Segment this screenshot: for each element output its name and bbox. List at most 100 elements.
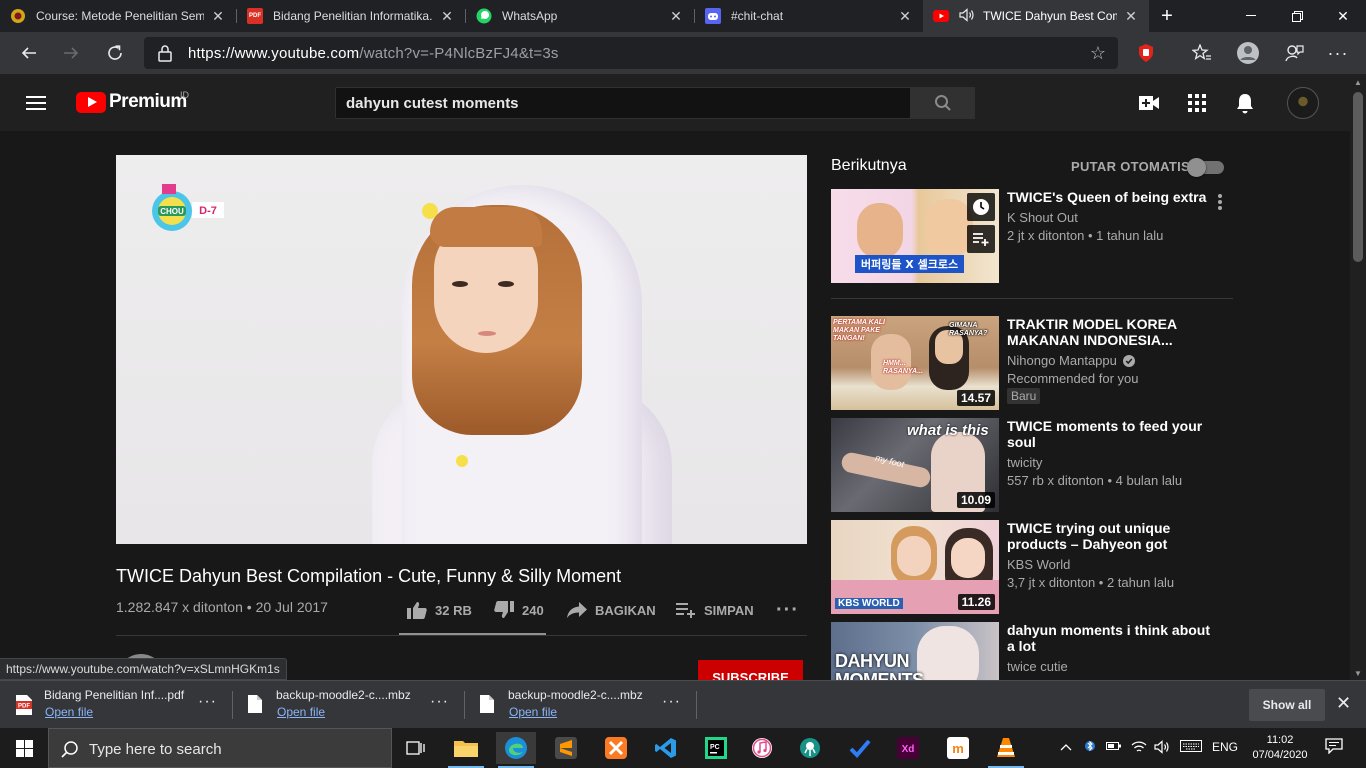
recommended-video[interactable]: what is this my foot 10.09 TWICE moments… — [831, 418, 1233, 512]
recommended-video[interactable]: PERTAMA KALI MAKAN PAKE TANGAN! GIMANA R… — [831, 316, 1233, 410]
favorite-star-icon[interactable]: ☆ — [1090, 43, 1106, 64]
close-shelf-icon[interactable]: ✕ — [1336, 693, 1351, 714]
recommended-channel[interactable]: KBS World — [1007, 557, 1070, 572]
system-clock[interactable]: 11:02 07/04/2020 — [1250, 733, 1310, 763]
download-menu-icon[interactable]: ··· — [198, 693, 217, 711]
download-item[interactable]: PDF Bidang Penelitian Inf....pdf Open fi… — [0, 681, 228, 729]
apps-grid-icon[interactable] — [1185, 91, 1209, 115]
gitkraken-icon[interactable] — [790, 732, 830, 764]
bluetooth-icon[interactable] — [1085, 738, 1095, 757]
recommended-channel[interactable]: K Shout Out — [1007, 210, 1078, 225]
open-file-link[interactable]: Open file — [509, 705, 557, 719]
tab-discord[interactable]: #chit-chat ✕ — [695, 0, 923, 32]
refresh-icon[interactable] — [100, 38, 130, 68]
vlc-icon[interactable] — [986, 732, 1026, 768]
show-all-button[interactable]: Show all — [1249, 689, 1325, 721]
back-icon[interactable] — [14, 38, 44, 68]
action-center-icon[interactable] — [1325, 738, 1343, 757]
adblock-extension-icon[interactable] — [1134, 41, 1158, 65]
save-button[interactable]: SIMPAN — [676, 598, 754, 622]
watch-later-icon[interactable] — [967, 193, 995, 221]
dislike-button[interactable]: 240 — [494, 598, 544, 622]
profile-icon[interactable] — [1236, 41, 1260, 65]
recommended-channel[interactable]: twice cutie — [1007, 659, 1068, 674]
tab-whatsapp[interactable]: WhatsApp ✕ — [466, 0, 694, 32]
youtube-logo[interactable]: Premium ID — [76, 90, 189, 113]
recommended-title[interactable]: TWICE trying out unique products – Dahye… — [1007, 520, 1217, 552]
recommended-video[interactable]: DAHYUN MOMENTS dahyun moments i think ab… — [831, 622, 1233, 680]
pycharm-icon[interactable]: PC — [696, 732, 736, 764]
adobe-xd-icon[interactable]: Xd — [888, 732, 928, 764]
tab-youtube[interactable]: TWICE Dahyun Best Comp ✕ — [923, 0, 1149, 32]
window-close-icon[interactable]: ✕ — [1320, 0, 1366, 32]
user-avatar[interactable] — [1287, 87, 1319, 119]
feedback-icon[interactable] — [1282, 41, 1306, 65]
scroll-up-arrow-icon[interactable]: ▲ — [1354, 78, 1362, 87]
recommended-title[interactable]: TWICE moments to feed your soul — [1007, 418, 1217, 450]
search-input[interactable]: dahyun cutest moments — [335, 87, 911, 119]
open-file-link[interactable]: Open file — [277, 705, 325, 719]
volume-icon[interactable] — [1154, 740, 1170, 757]
autoplay-toggle[interactable] — [1187, 158, 1224, 177]
recommended-video[interactable]: 버퍼링들 X 셀크로스 TWICE's Queen of being extra… — [831, 189, 1233, 283]
video-thumbnail[interactable]: what is this my foot 10.09 — [831, 418, 999, 512]
maximize-icon[interactable] — [1274, 0, 1320, 32]
moodle-desktop-icon[interactable]: m — [938, 732, 978, 764]
download-menu-icon[interactable]: ··· — [430, 693, 449, 711]
more-actions-icon[interactable]: ··· — [776, 598, 799, 622]
speaker-icon[interactable] — [959, 7, 975, 25]
minimize-icon[interactable] — [1228, 0, 1274, 32]
menu-dots-icon[interactable]: ··· — [1326, 41, 1350, 65]
recommended-channel[interactable]: Nihongo Mantappu — [1007, 353, 1136, 370]
create-video-icon[interactable] — [1137, 91, 1161, 115]
recommended-title[interactable]: TWICE's Queen of being extra — [1007, 189, 1217, 205]
notifications-bell-icon[interactable] — [1233, 91, 1257, 115]
address-bar[interactable]: https://www.youtube.com/watch?v=-P4NlcBz… — [144, 37, 1118, 69]
tray-overflow-chevron-icon[interactable] — [1060, 740, 1072, 754]
download-item[interactable]: backup-moodle2-c....mbz Open file ··· — [464, 681, 692, 729]
new-tab-icon[interactable]: + — [1144, 0, 1190, 32]
video-thumbnail[interactable]: DAHYUN MOMENTS — [831, 622, 999, 680]
ticktick-icon[interactable] — [840, 732, 880, 764]
taskbar-search-input[interactable]: Type here to search — [48, 728, 392, 768]
close-icon[interactable]: ✕ — [1123, 8, 1139, 25]
recommended-title[interactable]: TRAKTIR MODEL KOREA MAKANAN INDONESIA... — [1007, 316, 1217, 348]
network-icon[interactable] — [1131, 740, 1147, 757]
edge-browser-icon[interactable] — [496, 732, 536, 768]
lock-icon[interactable] — [158, 44, 172, 67]
file-explorer-icon[interactable] — [446, 732, 486, 768]
video-thumbnail[interactable]: PERTAMA KALI MAKAN PAKE TANGAN! GIMANA R… — [831, 316, 999, 410]
language-indicator[interactable]: ENG — [1212, 740, 1238, 754]
close-icon[interactable]: ✕ — [439, 8, 455, 25]
search-button[interactable] — [910, 87, 975, 119]
download-item[interactable]: backup-moodle2-c....mbz Open file ··· — [232, 681, 460, 729]
itunes-icon[interactable] — [742, 732, 782, 764]
video-thumbnail[interactable]: 버퍼링들 X 셀크로스 — [831, 189, 999, 283]
favorites-icon[interactable] — [1190, 41, 1214, 65]
video-player[interactable]: CHOU D-7 — [116, 155, 807, 544]
battery-icon[interactable] — [1106, 740, 1122, 755]
windows-start-icon[interactable] — [0, 728, 48, 768]
scroll-down-arrow-icon[interactable]: ▼ — [1354, 669, 1362, 678]
open-file-link[interactable]: Open file — [45, 705, 93, 719]
keyboard-icon[interactable] — [1180, 740, 1202, 755]
share-button[interactable]: BAGIKAN — [567, 598, 656, 622]
video-thumbnail[interactable]: KBS WORLD 11.26 — [831, 520, 999, 614]
page-scrollbar[interactable]: ▲ ▼ — [1350, 74, 1366, 680]
xampp-icon[interactable] — [596, 732, 636, 764]
task-view-icon[interactable] — [396, 732, 436, 764]
recommended-video[interactable]: KBS WORLD 11.26 TWICE trying out unique … — [831, 520, 1233, 614]
like-button[interactable]: 32 RB — [407, 598, 472, 622]
tab-course[interactable]: Course: Metode Penelitian Sem ✕ — [0, 0, 236, 32]
download-menu-icon[interactable]: ··· — [662, 693, 681, 711]
kebab-menu-icon[interactable] — [1217, 193, 1223, 216]
close-icon[interactable]: ✕ — [897, 8, 913, 25]
scrollbar-thumb[interactable] — [1353, 92, 1363, 262]
close-icon[interactable]: ✕ — [210, 8, 226, 25]
tab-pdf[interactable]: PDF Bidang Penelitian Informatika.p ✕ — [237, 0, 465, 32]
close-icon[interactable]: ✕ — [668, 8, 684, 25]
forward-icon[interactable] — [56, 38, 86, 68]
recommended-title[interactable]: dahyun moments i think about a lot — [1007, 622, 1217, 654]
add-to-queue-icon[interactable] — [967, 225, 995, 253]
vscode-icon[interactable] — [646, 732, 686, 764]
